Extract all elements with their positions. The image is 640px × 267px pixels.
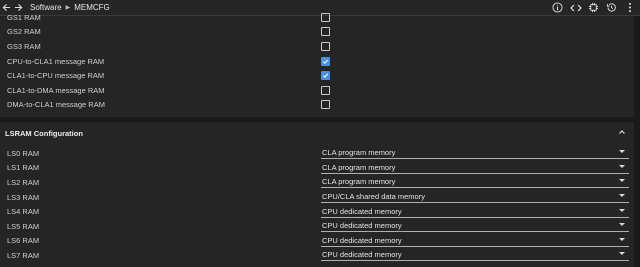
scrollbar[interactable] bbox=[634, 16, 640, 267]
lsram-select[interactable]: CPU dedicated memory bbox=[321, 220, 629, 233]
chevron-up-icon[interactable] bbox=[617, 127, 627, 137]
lsram-row-label: LS6 RAM bbox=[7, 236, 40, 246]
checkbox[interactable] bbox=[321, 27, 330, 37]
checkbox[interactable] bbox=[321, 100, 330, 110]
select-value: CPU/CLA shared data memory bbox=[322, 192, 425, 202]
checkbox[interactable] bbox=[321, 12, 330, 22]
select-value: CPU dedicated memory bbox=[322, 221, 402, 231]
lsram-select[interactable]: CLA program memory bbox=[321, 162, 629, 174]
ram-row-label: CLA1-to-CPU message RAM bbox=[7, 71, 105, 81]
lsram-row: LS2 RAM CLA program memory bbox=[7, 175, 633, 190]
ram-row: DMA-to-CLA1 message RAM bbox=[7, 98, 633, 113]
select-value: CLA program memory bbox=[322, 162, 396, 172]
checkbox[interactable] bbox=[321, 41, 330, 51]
check-icon bbox=[322, 59, 329, 64]
lsram-select[interactable]: CPU dedicated memory bbox=[321, 206, 629, 218]
checkbox[interactable] bbox=[321, 71, 330, 81]
lsram-row-label: LS3 RAM bbox=[7, 192, 40, 202]
ram-row-label: GS3 RAM bbox=[7, 41, 41, 51]
ram-row: CPU-to-CLA1 message RAM bbox=[7, 54, 633, 69]
ram-row: GS2 RAM bbox=[7, 25, 633, 40]
select-value: CPU dedicated memory bbox=[322, 206, 402, 216]
checkbox[interactable] bbox=[321, 56, 330, 66]
lsram-select[interactable]: CPU/CLA shared data memory bbox=[321, 191, 629, 204]
dropdown-arrow-icon bbox=[619, 164, 625, 168]
checkbox[interactable] bbox=[321, 85, 330, 95]
dropdown-arrow-icon bbox=[619, 179, 625, 183]
dropdown-arrow-icon bbox=[619, 150, 625, 154]
lsram-select[interactable]: CLA program memory bbox=[321, 147, 629, 160]
select-value: CLA program memory bbox=[322, 148, 396, 158]
check-icon bbox=[322, 73, 329, 78]
select-value: CLA program memory bbox=[322, 177, 396, 187]
ram-row-label: DMA-to-CLA1 message RAM bbox=[7, 100, 105, 110]
lsram-row-label: LS7 RAM bbox=[7, 250, 40, 260]
dropdown-arrow-icon bbox=[619, 194, 625, 198]
lsram-row: LS5 RAM CPU dedicated memory bbox=[7, 219, 633, 234]
ram-row-label: GS2 RAM bbox=[7, 27, 41, 37]
select-value: CPU dedicated memory bbox=[322, 235, 402, 245]
dropdown-arrow-icon bbox=[619, 223, 625, 227]
ram-row-label: CLA1-to-DMA message RAM bbox=[7, 85, 105, 95]
dropdown-arrow-icon bbox=[619, 208, 625, 212]
dropdown-arrow-icon bbox=[619, 252, 625, 256]
dropdown-arrow-icon bbox=[619, 237, 625, 241]
lsram-row-label: LS4 RAM bbox=[7, 207, 40, 217]
section-title: LSRAM Configuration bbox=[5, 129, 83, 138]
ram-row: GS1 RAM bbox=[7, 10, 633, 25]
lsram-row-label: LS5 RAM bbox=[7, 221, 40, 231]
lsram-row: LS0 RAM CLA program memory bbox=[7, 146, 633, 161]
lsram-row: LS4 RAM CPU dedicated memory bbox=[7, 204, 633, 219]
ram-row-label: CPU-to-CLA1 message RAM bbox=[7, 56, 105, 66]
ram-row-label: GS1 RAM bbox=[7, 12, 41, 22]
lsram-select[interactable]: CPU dedicated memory bbox=[321, 249, 629, 262]
lsram-row-label: LS2 RAM bbox=[7, 177, 40, 187]
ram-row: CLA1-to-CPU message RAM bbox=[7, 68, 633, 83]
ram-row: CLA1-to-DMA message RAM bbox=[7, 83, 633, 98]
lsram-row: LS3 RAM CPU/CLA shared data memory bbox=[7, 190, 633, 205]
lsram-row: LS7 RAM CPU dedicated memory bbox=[7, 248, 633, 263]
lsram-select[interactable]: CLA program memory bbox=[321, 176, 629, 189]
lsram-row: LS6 RAM CPU dedicated memory bbox=[7, 234, 633, 249]
lsram-row: LS1 RAM CLA program memory bbox=[7, 161, 633, 176]
ram-row: GS3 RAM bbox=[7, 39, 633, 54]
lsram-row-label: LS1 RAM bbox=[7, 163, 40, 173]
lsram-row-label: LS0 RAM bbox=[7, 148, 40, 158]
select-value: CPU dedicated memory bbox=[322, 250, 402, 260]
lsram-select[interactable]: CPU dedicated memory bbox=[321, 235, 629, 247]
